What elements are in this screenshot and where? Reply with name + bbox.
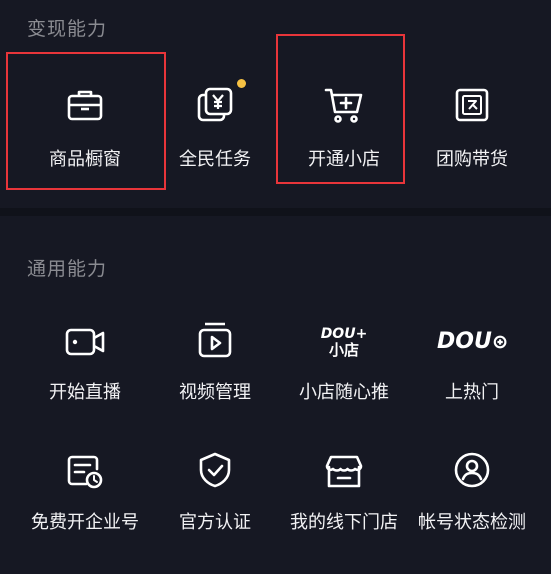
item-all-people-task[interactable]: 全民任务 [150, 65, 280, 195]
item-label: 全民任务 [179, 149, 251, 170]
item-label: 帐号状态检测 [418, 512, 526, 533]
offline-store-icon [322, 450, 366, 494]
video-manage-icon [193, 318, 237, 362]
item-start-live[interactable]: 开始直播 [20, 314, 150, 444]
item-label: 视频管理 [179, 382, 251, 403]
dou-plus-shop-icon: DOU+ 小店 [314, 320, 374, 364]
item-label: 小店随心推 [299, 382, 389, 403]
section-title-monetization: 变现能力 [27, 18, 108, 40]
item-video-manage[interactable]: 视频管理 [150, 314, 280, 444]
shop-logo-text: 小店 [328, 340, 359, 359]
highlight-box-showcase [6, 52, 166, 190]
live-camera-icon [63, 320, 107, 364]
item-free-enterprise[interactable]: 免费开企业号 [20, 444, 150, 574]
item-label: 我的线下门店 [290, 512, 398, 533]
item-label: 免费开企业号 [31, 512, 139, 533]
highlight-box-open-shop [276, 34, 405, 184]
notification-dot [237, 79, 246, 88]
dou-plus-icon: DOU [437, 320, 507, 364]
item-offline-store[interactable]: 我的线下门店 [279, 444, 409, 574]
item-hot-promote[interactable]: DOU 上热门 [407, 314, 537, 444]
account-status-icon [450, 448, 494, 492]
verified-shield-icon [193, 448, 237, 492]
item-group-buy[interactable]: 团购带货 [407, 65, 537, 195]
dou-logo-text: DOU [437, 329, 492, 354]
item-label: 开始直播 [49, 382, 121, 403]
monetization-section: 变现能力 商品橱窗 全民任务 开通小店 团购带货 [0, 0, 551, 214]
general-section: 通用能力 开始直播 视频管理 DOU+ 小店 小店随心推 DOU 上热门 免费开… [0, 214, 551, 541]
item-label: 上热门 [445, 382, 499, 403]
item-shop-boost[interactable]: DOU+ 小店 小店随心推 [279, 314, 409, 444]
item-official-verify[interactable]: 官方认证 [150, 444, 280, 574]
item-label: 团购带货 [436, 149, 508, 170]
item-label: 官方认证 [179, 512, 251, 533]
task-yuan-icon [193, 83, 237, 127]
section-title-general: 通用能力 [27, 258, 108, 280]
dou-plus-logo-text: DOU+ [320, 325, 368, 342]
item-account-status[interactable]: 帐号状态检测 [407, 444, 537, 574]
enterprise-account-icon [63, 450, 107, 494]
group-buy-icon [450, 83, 494, 127]
